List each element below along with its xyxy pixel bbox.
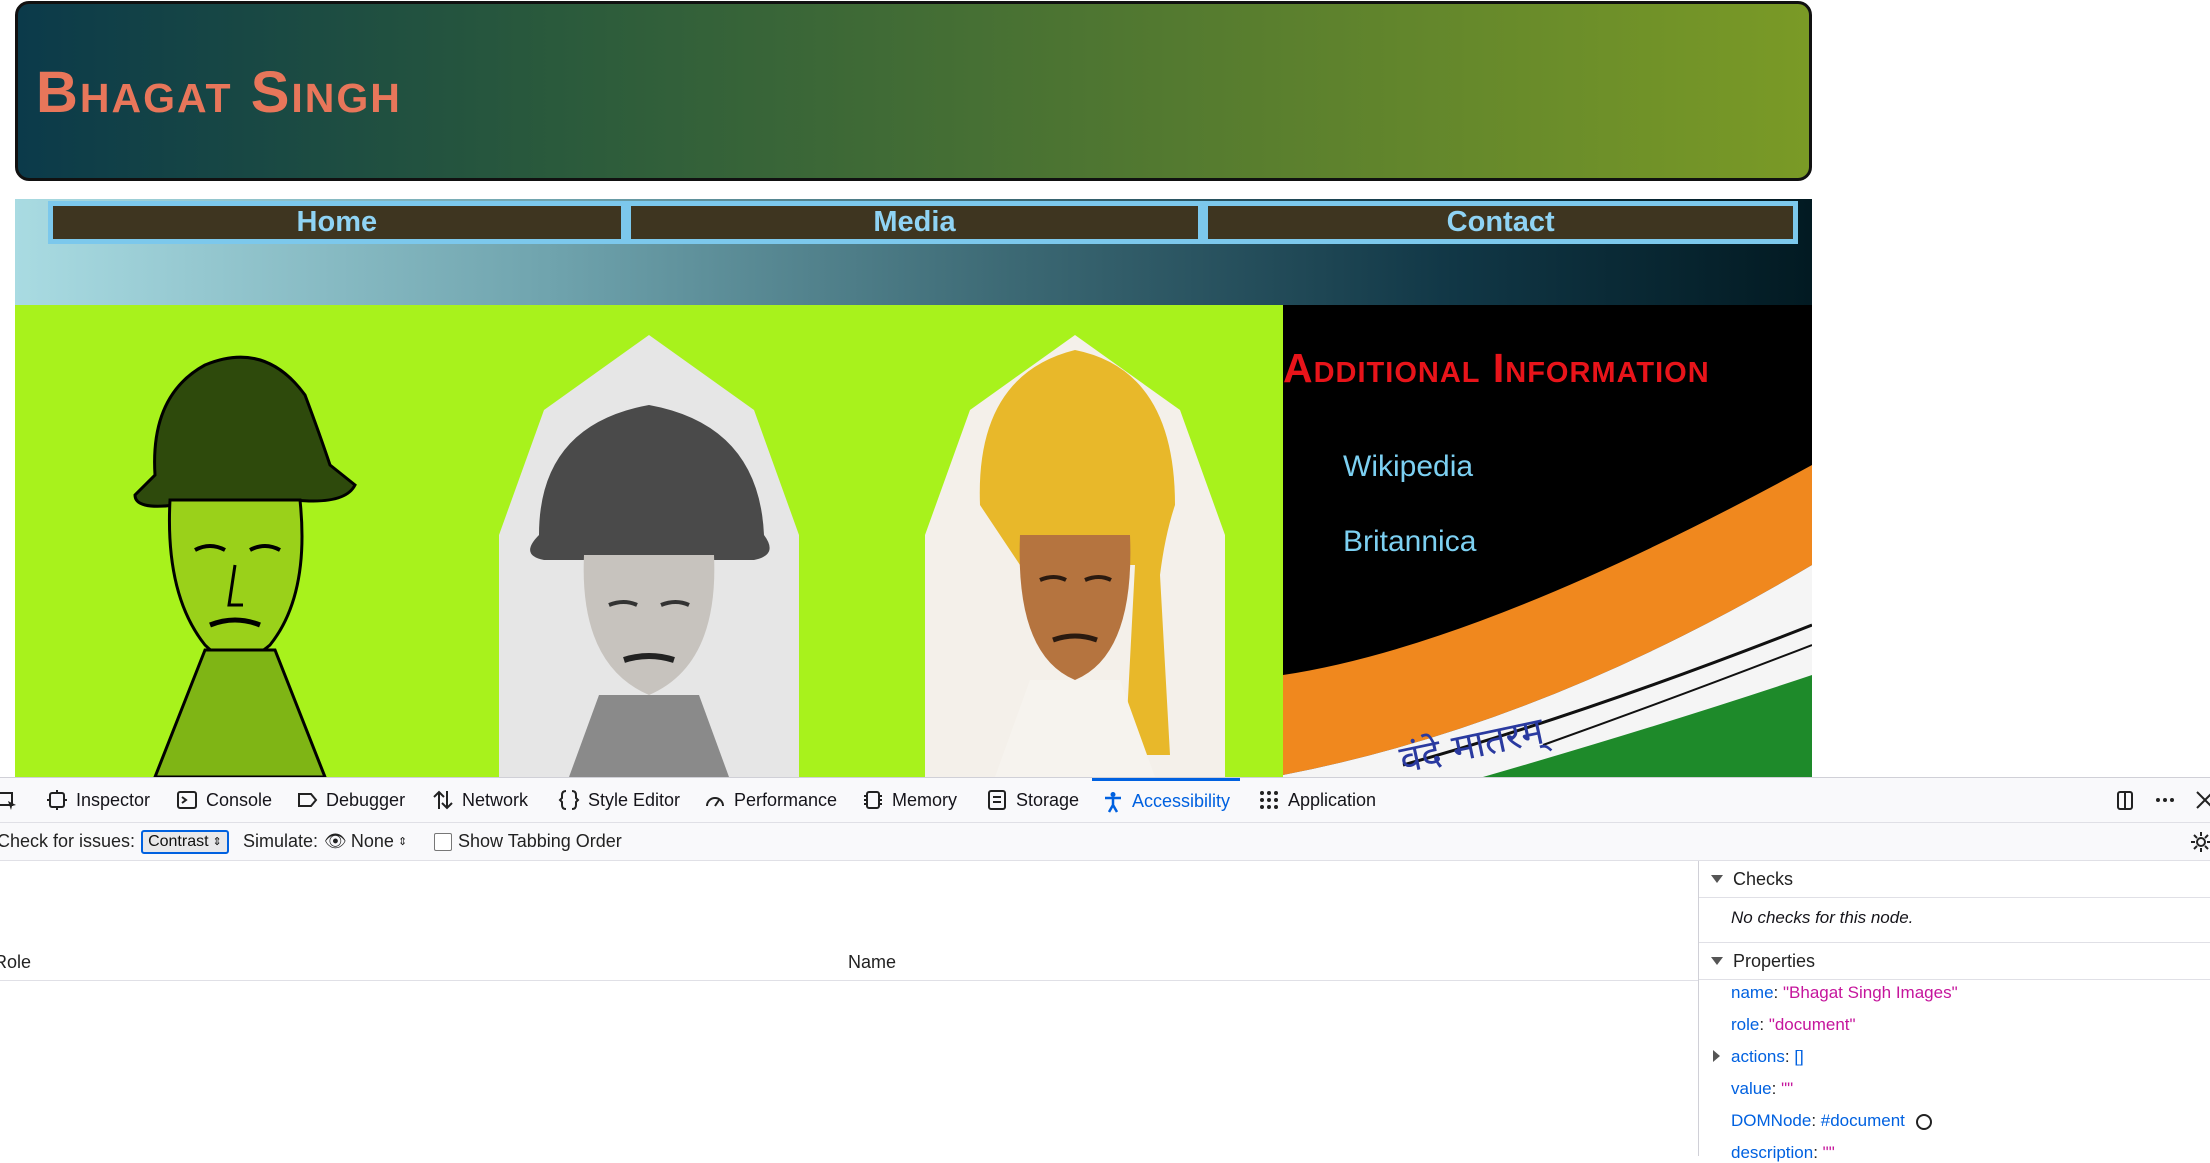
prop-value[interactable]: value: ""	[1731, 1079, 1793, 1099]
simulate-label: Simulate:	[243, 831, 319, 851]
properties-title: Properties	[1733, 950, 1816, 971]
eye-icon: 👁	[324, 831, 347, 851]
role-column-header[interactable]: Role	[0, 952, 31, 973]
memory-icon	[864, 791, 882, 809]
prop-domnode[interactable]: DOMNode: #document	[1731, 1111, 1932, 1131]
prop-description[interactable]: description: ""	[1731, 1143, 1835, 1163]
accessibility-tree: Role Name	[0, 861, 1698, 1156]
tab-application[interactable]: Application	[1258, 778, 1376, 822]
tab-style-editor[interactable]: Style Editor	[558, 778, 680, 822]
portrait-sketch	[133, 355, 357, 777]
tab-accessibility[interactable]: Accessibility	[1092, 778, 1241, 822]
performance-icon	[706, 797, 724, 807]
more-icon	[2156, 798, 2174, 802]
checks-section-header[interactable]: Checks	[1699, 861, 2210, 898]
tab-memory-label: Memory	[892, 789, 958, 810]
style-editor-icon	[558, 790, 580, 810]
site-header: Bhagat Singh	[15, 1, 1812, 181]
storage-icon	[988, 790, 1006, 810]
tricolor-banner-image: वंदे मातरम्	[1283, 465, 1812, 777]
tab-storage[interactable]: Storage	[986, 778, 1079, 822]
devtools-panel: Inspector Console Debugger Network Style…	[0, 777, 2210, 1162]
tab-debugger-label: Debugger	[326, 789, 406, 810]
inspect-node-icon[interactable]	[1915, 1113, 1932, 1130]
image-gallery	[15, 305, 1283, 777]
prop-actions[interactable]: actions: []	[1713, 1047, 1804, 1067]
tab-network[interactable]: Network	[432, 778, 528, 822]
tab-console-label: Console	[206, 789, 273, 810]
name-column-header[interactable]: Name	[848, 952, 896, 973]
tab-accessibility-label: Accessibility	[1132, 791, 1231, 811]
more-options-button[interactable]	[2154, 778, 2176, 822]
tab-style-editor-label: Style Editor	[588, 789, 681, 810]
additional-info-panel: Additional Information Wikipedia Britann…	[1283, 305, 1812, 777]
portrait-painting-turban	[925, 335, 1225, 777]
tab-network-label: Network	[462, 789, 529, 810]
tab-inspector[interactable]: Inspector	[46, 778, 150, 822]
portrait-photo-bw	[499, 335, 799, 777]
nav-home[interactable]: Home	[51, 204, 623, 241]
gear-icon	[2191, 831, 2210, 852]
prop-role[interactable]: role: "document"	[1731, 1015, 1856, 1035]
tab-debugger[interactable]: Debugger	[296, 778, 405, 822]
close-icon	[2196, 791, 2210, 809]
tab-inspector-label: Inspector	[76, 789, 151, 810]
nav-band: Home Media Contact	[15, 199, 1812, 305]
tabbing-order-checkbox[interactable]	[434, 832, 452, 851]
tree-header: Role Name	[0, 944, 1698, 981]
simulate-value: None	[350, 831, 394, 851]
console-icon	[177, 791, 197, 809]
application-icon	[1260, 791, 1278, 809]
site-title: Bhagat Singh	[36, 60, 402, 125]
tab-application-label: Application	[1288, 789, 1377, 810]
checks-title: Checks	[1733, 868, 1794, 889]
tab-performance-label: Performance	[734, 789, 838, 810]
close-devtools-button[interactable]	[2194, 778, 2210, 822]
tab-storage-label: Storage	[1016, 789, 1080, 810]
accessibility-icon	[1105, 791, 1121, 813]
check-issues-select[interactable]: Contrast ⇕	[141, 829, 229, 854]
main-nav: Home Media Contact	[48, 201, 1798, 244]
tab-performance[interactable]: Performance	[704, 778, 837, 822]
simulate-select[interactable]: 👁 None ⇕	[324, 823, 407, 860]
nav-contact[interactable]: Contact	[1206, 204, 1795, 241]
inspector-icon	[47, 790, 67, 810]
prop-name[interactable]: name: "Bhagat Singh Images"	[1731, 983, 1958, 1003]
check-issues-label: Check for issues:	[0, 831, 136, 851]
tabbing-order-label: Show Tabbing Order	[458, 831, 622, 851]
expand-triangle-icon	[1711, 957, 1723, 965]
devtools-toolbar: Inspector Console Debugger Network Style…	[0, 778, 2210, 823]
select-arrows-icon: ⇕	[397, 836, 408, 848]
select-arrows-icon: ⇕	[212, 836, 222, 848]
debugger-icon	[298, 793, 318, 807]
accessibility-subbar: Check for issues: Contrast ⇕ Simulate: 👁…	[0, 823, 2210, 861]
dock-toggle-button[interactable]	[2114, 778, 2136, 822]
nav-media[interactable]: Media	[628, 204, 1201, 241]
checks-message: No checks for this node.	[1731, 908, 1914, 927]
collapse-triangle-icon	[1713, 1050, 1720, 1062]
additional-info-title: Additional Information	[1283, 345, 1710, 391]
expand-triangle-icon	[1711, 875, 1723, 883]
tab-memory[interactable]: Memory	[862, 778, 957, 822]
properties-sidebar: Checks No checks for this node. Properti…	[1698, 861, 2210, 1162]
properties-section-header[interactable]: Properties	[1699, 942, 2210, 980]
pick-element-icon	[0, 792, 16, 810]
network-icon	[433, 790, 453, 810]
settings-button[interactable]	[2190, 823, 2210, 860]
tab-console[interactable]: Console	[176, 778, 272, 822]
dock-icon	[2117, 791, 2133, 810]
check-issues-value: Contrast	[148, 832, 209, 850]
pick-element-button[interactable]	[0, 778, 18, 822]
